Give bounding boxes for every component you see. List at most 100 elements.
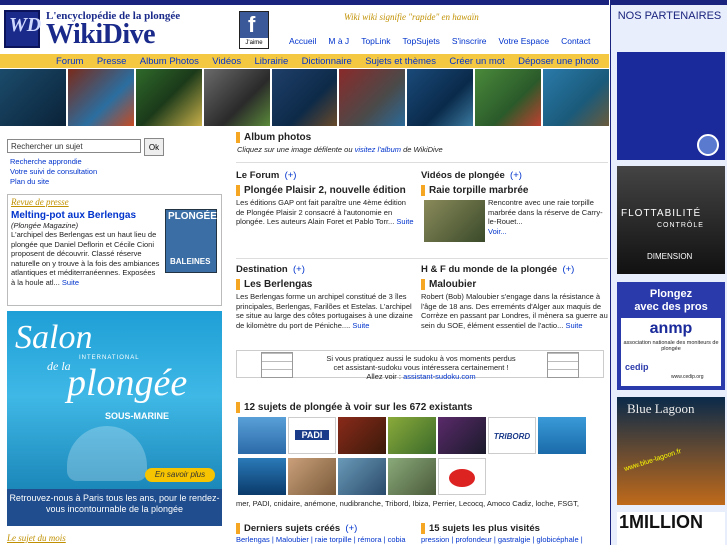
menu-creer-mot[interactable]: Créer un mot: [449, 56, 504, 67]
partner-ad-million[interactable]: 1MILLION: [617, 512, 725, 545]
destination-block: Destination (+) Les Berlengas Les Berlen…: [236, 264, 416, 330]
partner-ad-flottabilite[interactable]: FLOTTABILITÉ CONTRÔLE DIMENSION: [617, 166, 725, 274]
salon-more-button[interactable]: En savoir plus: [145, 468, 215, 482]
hf-title[interactable]: Maloubier: [421, 279, 608, 290]
derniers-head-text[interactable]: Derniers sujets créés: [244, 523, 340, 534]
videos-plus[interactable]: (+): [510, 170, 522, 181]
press-more-link[interactable]: Suite: [62, 278, 79, 287]
thumbnail-amoco-cadiz[interactable]: [338, 458, 386, 495]
videos-head: Vidéos de plongée (+): [421, 170, 608, 181]
toplink-inscrire[interactable]: S'inscrire: [452, 36, 487, 46]
videos-title[interactable]: Raie torpille marbrée: [421, 185, 608, 196]
forum-title[interactable]: Plongée Plaisir 2, nouvelle édition: [236, 185, 416, 196]
strip-photo[interactable]: [339, 69, 406, 126]
toplink-topsujets[interactable]: TopSujets: [403, 36, 440, 46]
album-link[interactable]: visitez l'album: [355, 145, 401, 154]
thumbnail-loche[interactable]: [388, 458, 436, 495]
toplink-espace[interactable]: Votre Espace: [499, 36, 550, 46]
sudoku-grid-icon: [547, 352, 579, 378]
sudoku-text: Si vous pratiquez aussi le sudoku à vos …: [307, 354, 535, 381]
visites-items[interactable]: pression | profondeur | gastralgie | glo…: [421, 535, 583, 544]
derniers-plus[interactable]: (+): [345, 523, 357, 534]
partner-ad-anmp[interactable]: Plongez avec des pros anmp association n…: [617, 282, 725, 390]
forum-head-text[interactable]: Le Forum: [236, 170, 279, 181]
salon-word1: Salon: [15, 319, 93, 356]
album-title[interactable]: Album photos: [236, 132, 608, 143]
toplink-contact[interactable]: Contact: [561, 36, 590, 46]
derniers-head: Derniers sujets créés (+): [236, 523, 406, 534]
thumbnail-fsgt[interactable]: [438, 458, 486, 495]
menu-sujets[interactable]: Sujets et thèmes: [365, 56, 436, 67]
top-links: Accueil M à J TopLink TopSujets S'inscri…: [289, 36, 590, 46]
toplink-maj[interactable]: M à J: [328, 36, 349, 46]
destination-title[interactable]: Les Berlengas: [236, 279, 416, 290]
videos-more-link[interactable]: Voir...: [488, 227, 507, 236]
menu-dictionnaire[interactable]: Dictionnaire: [302, 56, 352, 67]
destination-head-text[interactable]: Destination: [236, 264, 288, 275]
compass-icon: [697, 134, 719, 156]
salon-plongee-ad[interactable]: Salon de la INTERNATIONAL plongée SOUS-M…: [7, 311, 222, 526]
forum-plus[interactable]: (+): [285, 170, 297, 181]
thumbnail-cnidaire[interactable]: [338, 417, 386, 454]
videos-head-text[interactable]: Vidéos de plongée: [421, 170, 505, 181]
destination-head: Destination (+): [236, 264, 416, 275]
link-suivi-consultation[interactable]: Votre suivi de consultation: [10, 167, 97, 176]
hf-plus[interactable]: (+): [562, 264, 574, 275]
menu-librairie[interactable]: Librairie: [255, 56, 289, 67]
derniers-sujets: Derniers sujets créés (+) Berlengas | Ma…: [236, 523, 406, 544]
ad5-title: 1MILLION: [619, 512, 703, 532]
strip-photo[interactable]: [475, 69, 542, 126]
sudoku-banner: Si vous pratiquez aussi le sudoku à vos …: [236, 350, 604, 381]
ad4-url: www.blue-lagoon.fr: [623, 447, 683, 474]
facebook-like-button[interactable]: f J'aime: [239, 11, 269, 49]
link-plan-site[interactable]: Plan du site: [10, 177, 49, 186]
thumbnail-perrier[interactable]: [238, 458, 286, 495]
salon-bottom-text: Retrouvez-nous à Paris tous les ans, pou…: [7, 489, 222, 526]
thumbnail-tribord[interactable]: TRIBORD: [488, 417, 536, 454]
menu-album[interactable]: Album Photos: [140, 56, 199, 67]
thumbnail-mer[interactable]: [238, 417, 286, 454]
link-recherche-approfondie[interactable]: Recherche approndie: [10, 157, 82, 166]
menu-videos[interactable]: Vidéos: [212, 56, 241, 67]
forum-more-link[interactable]: Suite: [396, 217, 413, 226]
strip-photo[interactable]: [135, 69, 202, 126]
hf-more-link[interactable]: Suite: [565, 321, 582, 330]
strip-photo[interactable]: [271, 69, 338, 126]
video-thumbnail[interactable]: [424, 200, 485, 242]
ad2-line2: CONTRÔLE: [657, 222, 704, 229]
hf-head-text[interactable]: H & F du monde de la plongée: [421, 264, 557, 275]
press-review: Revue de presse Melting-pot aux Berlenga…: [7, 194, 222, 306]
facebook-icon: f: [248, 12, 256, 37]
logo[interactable]: WD L'encyclopédie de la plongée WikiDive: [4, 8, 190, 50]
menu-deposer-photo[interactable]: Déposer une photo: [518, 56, 599, 67]
sujet-du-mois-heading[interactable]: Le sujet du mois: [7, 533, 66, 543]
thumbnail-anemone[interactable]: [388, 417, 436, 454]
partner-ad-blue-lagoon[interactable]: Blue Lagoon www.blue-lagoon.fr: [617, 397, 725, 505]
strip-photo[interactable]: [407, 69, 474, 126]
search-ok-button[interactable]: Ok: [144, 138, 164, 156]
mag-title: PLONGÉE: [168, 211, 217, 222]
toplink-accueil[interactable]: Accueil: [289, 36, 316, 46]
destination-more-link[interactable]: Suite: [352, 321, 369, 330]
press-heading[interactable]: Revue de presse: [11, 197, 218, 207]
subject-tags[interactable]: mer, PADI, cnidaire, anémone, nudibranch…: [236, 499, 579, 508]
press-magazine-cover[interactable]: PLONGÉE BALEINES: [165, 209, 217, 273]
visites-head[interactable]: 15 sujets les plus visités: [421, 523, 583, 534]
thumbnail-lecocq[interactable]: [288, 458, 336, 495]
thumbnail-nudibranche[interactable]: [438, 417, 486, 454]
menu-presse[interactable]: Presse: [97, 56, 127, 67]
derniers-items[interactable]: Berlengas | Maloubier | raie torpille | …: [236, 535, 406, 544]
partner-ad-compass[interactable]: [617, 52, 725, 160]
strip-photo[interactable]: [543, 69, 610, 126]
search-input[interactable]: [7, 139, 141, 153]
sujets12-title[interactable]: 12 sujets de plongée à voir sur les 672 …: [236, 402, 608, 413]
thumbnail-ibiza[interactable]: [538, 417, 586, 454]
strip-photo[interactable]: [0, 69, 66, 126]
strip-photo[interactable]: [67, 69, 134, 126]
toplink-toplink[interactable]: TopLink: [361, 36, 390, 46]
sudoku-link[interactable]: assistant-sudoku.com: [403, 372, 476, 381]
destination-plus[interactable]: (+): [293, 264, 305, 275]
menu-forum[interactable]: Forum: [56, 56, 83, 67]
strip-photo[interactable]: [203, 69, 270, 126]
thumbnail-padi[interactable]: PADI: [288, 417, 336, 454]
